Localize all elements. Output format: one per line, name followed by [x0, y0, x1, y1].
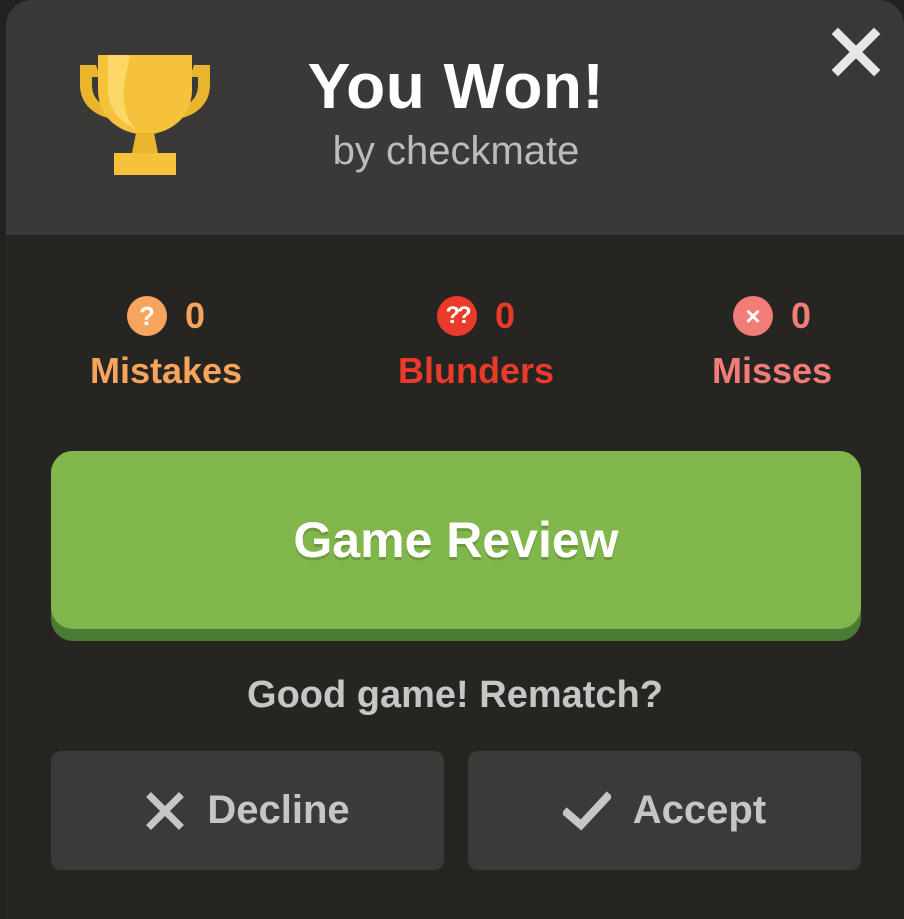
- trophy-icon: [80, 55, 210, 175]
- stat-mistakes: ? 0 Mistakes: [56, 290, 276, 392]
- modal-header: You Won! by checkmate: [6, 0, 904, 235]
- result-title: You Won!: [307, 50, 605, 122]
- accept-button[interactable]: Accept: [468, 751, 861, 870]
- close-icon[interactable]: [828, 24, 884, 80]
- decline-button[interactable]: Decline: [51, 751, 444, 870]
- accept-label: Accept: [632, 788, 767, 832]
- blunders-count: 0: [494, 295, 516, 336]
- move-stats: ? 0 Mistakes ?? 0 Blunders × 0 Misses: [6, 290, 904, 400]
- mistakes-label: Mistakes: [89, 350, 243, 391]
- rematch-prompt: Good game! Rematch?: [247, 674, 663, 716]
- game-review-label: Game Review: [293, 512, 619, 568]
- result-subtitle: by checkmate: [332, 129, 580, 173]
- checkmark-icon: [562, 790, 611, 831]
- game-review-button-face[interactable]: Game Review: [51, 451, 861, 629]
- decline-label: Decline: [207, 788, 350, 832]
- blunder-icon: ??: [436, 296, 477, 336]
- game-review-button[interactable]: Game Review: [51, 451, 861, 641]
- stat-blunders: ?? 0 Blunders: [366, 290, 586, 392]
- game-over-modal: You Won! by checkmate ? 0 Mistakes ?? 0 …: [6, 0, 904, 919]
- misses-count: 0: [790, 295, 812, 336]
- stat-misses: × 0 Misses: [662, 290, 882, 392]
- blunders-label: Blunders: [397, 350, 555, 391]
- miss-icon: ×: [732, 296, 773, 336]
- mistake-icon: ?: [126, 296, 167, 336]
- x-icon: [146, 791, 185, 830]
- mistakes-count: 0: [184, 295, 206, 336]
- misses-label: Misses: [711, 350, 833, 391]
